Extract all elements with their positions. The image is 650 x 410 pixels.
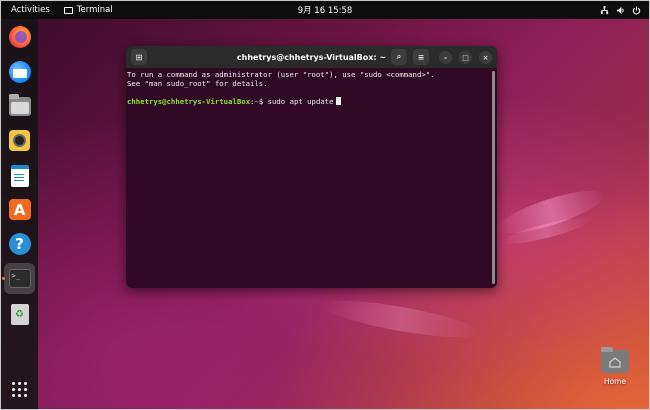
close-button[interactable]: ×: [479, 51, 492, 64]
rhythmbox-icon: [9, 130, 30, 151]
top-bar: Activities Terminal 9月 16 15:58: [1, 1, 649, 19]
dock-files[interactable]: [7, 94, 32, 119]
help-icon: ?: [8, 232, 31, 255]
new-tab-icon: ⊞: [135, 52, 143, 62]
dock-thunderbird[interactable]: [7, 59, 32, 84]
command-input[interactable]: sudo apt update: [268, 97, 334, 106]
prompt-symbol: $: [258, 97, 268, 106]
dock-firefox[interactable]: [7, 24, 32, 49]
dock-trash[interactable]: ♻: [7, 302, 32, 327]
trash-icon: ♻: [10, 304, 29, 325]
dock-terminal[interactable]: >_: [4, 263, 35, 294]
home-desktop-icon[interactable]: Home: [599, 347, 631, 386]
writer-icon: [10, 164, 29, 187]
terminal-titlebar[interactable]: ⊞ chhetrys@chhetrys-VirtualBox: ~ ⌕ ≡ – …: [126, 46, 497, 68]
system-tray[interactable]: [600, 5, 641, 15]
menu-button[interactable]: ≡: [413, 49, 429, 65]
app-menu[interactable]: Terminal: [63, 5, 113, 15]
terminal-output[interactable]: To run a command as administrator (user …: [126, 68, 491, 288]
activities-button[interactable]: Activities: [11, 5, 50, 15]
firefox-icon: [8, 25, 31, 48]
search-icon: ⌕: [396, 52, 402, 61]
output-line: To run a command as administrator (user …: [127, 70, 435, 79]
appstore-icon: A: [8, 199, 31, 220]
app-menu-label: Terminal: [76, 5, 113, 15]
power-icon: [632, 5, 641, 14]
show-applications-button[interactable]: [7, 377, 32, 402]
terminal-window[interactable]: ⊞ chhetrys@chhetrys-VirtualBox: ~ ⌕ ≡ – …: [126, 46, 497, 288]
dock-rhythmbox[interactable]: [7, 128, 32, 153]
terminal-small-icon: [63, 6, 73, 14]
home-label: Home: [603, 377, 627, 386]
prompt-user-host: chhetrys@chhetrys-VirtualBox: [127, 97, 251, 106]
hamburger-icon: ≡: [417, 52, 425, 62]
app-grid-icon: [12, 382, 27, 397]
dock-help[interactable]: ?: [7, 231, 32, 256]
dock-writer[interactable]: [7, 163, 32, 188]
thunderbird-icon: [8, 60, 31, 83]
output-line: See "man sudo_root" for details.: [127, 79, 268, 88]
volume-icon: [616, 6, 624, 14]
screen: Activities Terminal 9月 16 15:58 A ? >_ ♻…: [0, 0, 650, 410]
terminal-icon: >_: [8, 269, 31, 288]
files-icon: [8, 94, 31, 116]
dock-ubuntu-software[interactable]: A: [7, 197, 32, 222]
maximize-button[interactable]: □: [459, 51, 472, 64]
search-button[interactable]: ⌕: [391, 49, 407, 65]
prompt-line: chhetrys@chhetrys-VirtualBox:~$ sudo apt…: [127, 97, 341, 106]
maximize-icon: □: [462, 53, 469, 62]
terminal-title: chhetrys@chhetrys-VirtualBox: ~: [236, 52, 387, 62]
wallpaper-streak: [320, 293, 482, 345]
minimize-icon: –: [443, 53, 448, 62]
close-icon: ×: [482, 53, 489, 62]
text-cursor: [335, 97, 341, 105]
minimize-button[interactable]: –: [439, 51, 452, 64]
clock[interactable]: 9月 16 15:58: [298, 4, 353, 16]
network-icon: [600, 5, 609, 14]
dock: A ? >_ ♻: [1, 19, 38, 409]
terminal-scrollbar[interactable]: [492, 71, 495, 284]
new-tab-button[interactable]: ⊞: [131, 49, 147, 65]
home-folder-icon: [601, 347, 629, 373]
